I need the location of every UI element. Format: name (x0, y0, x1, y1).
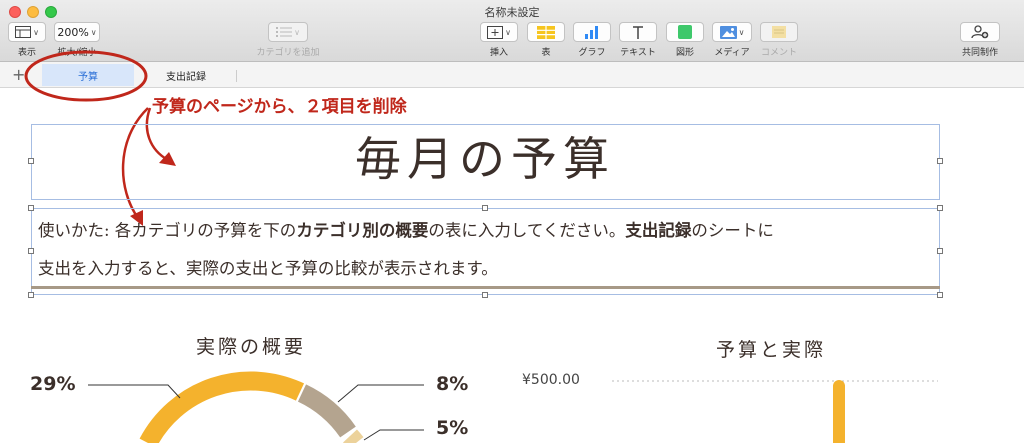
donut-chart-title: 実際の概要 (196, 336, 307, 358)
body-text-part: の表に入力してください。 (428, 221, 626, 240)
body-text-part: 支出を入力すると、実際の支出と予算の比較が表示されます。 (38, 259, 498, 278)
resize-handle[interactable] (937, 205, 943, 211)
document-title[interactable]: 毎月の予算 (30, 124, 940, 200)
leader-line (337, 384, 424, 403)
bar[interactable] (833, 380, 845, 443)
leader-line (363, 429, 424, 441)
donut-label-5: 5% (436, 417, 469, 439)
resize-handle[interactable] (28, 248, 34, 254)
bar-chart-title: 予算と実際 (716, 339, 827, 361)
leader-line (88, 384, 181, 399)
y-axis-tick: ¥500.00 (522, 372, 580, 388)
body-text-bold: 支出記録 (625, 221, 692, 240)
divider-rule (31, 286, 940, 289)
instructions-text[interactable]: 使いかた: 各カテゴリの予算を下のカテゴリ別の概要の表に入力してください。支出記… (38, 212, 928, 288)
body-text-part: のシートに (691, 221, 774, 240)
resize-handle[interactable] (937, 248, 943, 254)
resize-handle[interactable] (937, 292, 943, 298)
donut-label-29: 29% (30, 373, 76, 395)
body-text-bold: カテゴリ別の概要 (296, 221, 429, 240)
resize-handle[interactable] (482, 205, 488, 211)
donut-segment-orange[interactable] (139, 371, 305, 443)
annotation-text: 予算のページから、２項目を削除 (152, 97, 407, 117)
body-text-part: 使いかた: 各カテゴリの予算を下の (38, 221, 297, 240)
annotation-ellipse (24, 50, 148, 102)
bar-chart[interactable] (600, 370, 960, 443)
resize-handle[interactable] (28, 205, 34, 211)
resize-handle[interactable] (482, 292, 488, 298)
app-window: 名称未設定 ∨ 表示 200% ∨ 拡大/縮小 ∨ カテゴリを追加 ∨ 挿入 表… (0, 0, 1024, 443)
resize-handle[interactable] (28, 292, 34, 298)
donut-label-8: 8% (436, 373, 469, 395)
donut-segment-cream[interactable] (342, 429, 364, 443)
